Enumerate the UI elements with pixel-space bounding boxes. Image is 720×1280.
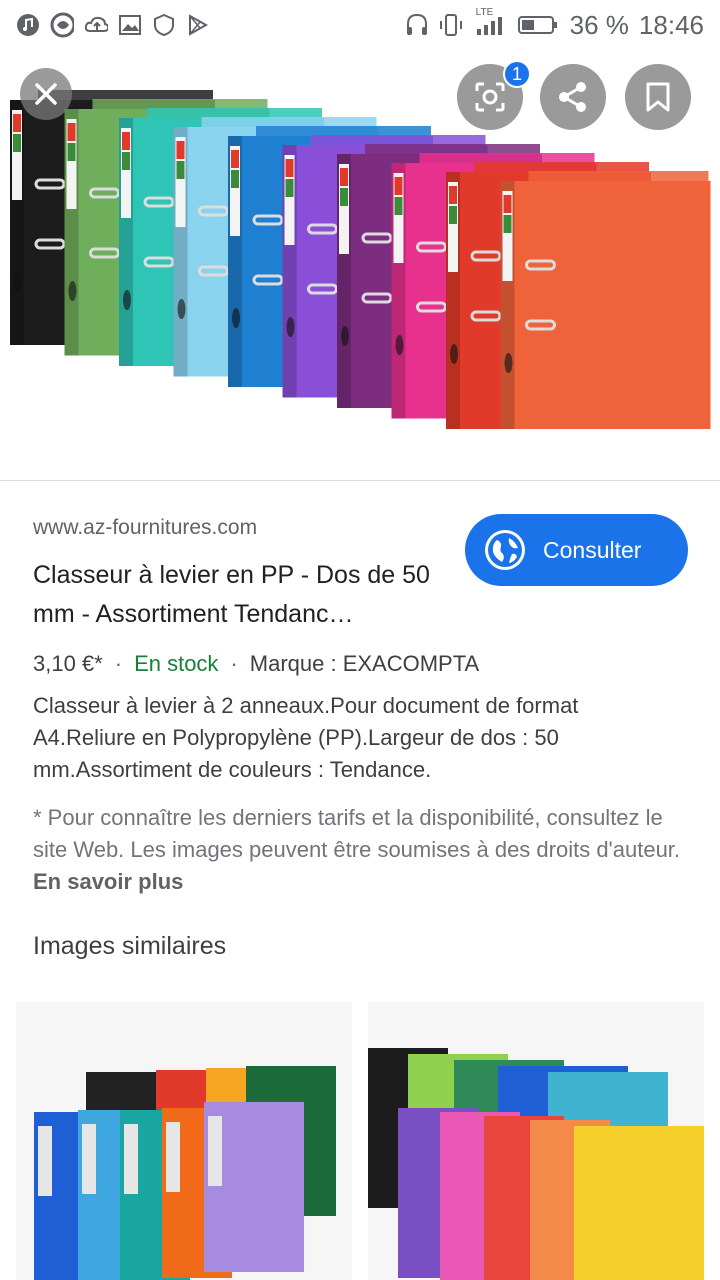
headset-icon (404, 13, 428, 37)
vibrate-icon (438, 13, 462, 37)
consult-label: Consulter (543, 536, 642, 563)
app-logo-icon (50, 12, 74, 38)
disclaimer: * Pour connaître les derniers tarifs et … (33, 802, 693, 898)
binders-thumbnail (368, 1048, 704, 1280)
separator-dot: · (230, 651, 238, 676)
lens-button[interactable]: 1 (457, 60, 531, 130)
separator-dot: · (114, 651, 123, 676)
similar-image-2[interactable] (368, 1002, 704, 1280)
share-icon (559, 82, 586, 112)
product-title[interactable]: Classeur à levier en PP - Dos de 50 mm -… (33, 556, 453, 634)
shield-icon (152, 13, 176, 37)
product-meta: 3,10 €* · En stock · Marque : EXACOMPTA (33, 651, 479, 677)
share-button[interactable] (540, 64, 606, 130)
network-type-label: LTE (475, 7, 494, 18)
product-description: Classeur à levier à 2 anneaux.Pour docum… (33, 693, 579, 782)
battery-percent: 36 % (569, 9, 629, 40)
clock: 18:46 (638, 9, 704, 40)
bookmark-button[interactable] (625, 64, 691, 130)
binders-thumbnail (34, 1066, 336, 1280)
bookmark-icon (646, 82, 670, 112)
disclaimer-text: * Pour connaître les derniers tarifs et … (33, 805, 681, 862)
lens-badge: 1 (503, 60, 531, 88)
binders-illustration (10, 90, 711, 429)
similar-images-heading: Images similaires (33, 932, 227, 960)
notification-icons (16, 12, 210, 38)
consult-button[interactable]: Consulter (465, 514, 688, 586)
close-icon (35, 83, 57, 105)
site-url[interactable]: www.az-fournitures.com (33, 516, 257, 540)
learn-more-link[interactable]: En savoir plus (33, 869, 183, 894)
battery-icon (516, 13, 560, 37)
product-image[interactable] (0, 50, 720, 478)
cloud-upload-icon (84, 13, 108, 37)
system-icons: LTE 36 % 18:46 (404, 7, 704, 41)
brand: Marque : EXACOMPTA (249, 651, 480, 676)
image-icon (118, 13, 142, 37)
play-store-icon (186, 13, 210, 37)
divider (0, 480, 720, 481)
binder (500, 171, 711, 429)
close-button[interactable] (20, 68, 72, 120)
lens-icon (475, 82, 505, 112)
status-bar: LTE 36 % 18:46 (0, 0, 720, 50)
price: 3,10 €* (33, 651, 103, 676)
music-note-icon (16, 13, 40, 37)
similar-image-1[interactable] (16, 1002, 352, 1280)
signal-icon: LTE (472, 7, 506, 37)
globe-icon (485, 530, 525, 570)
stock-status: En stock (134, 651, 219, 676)
